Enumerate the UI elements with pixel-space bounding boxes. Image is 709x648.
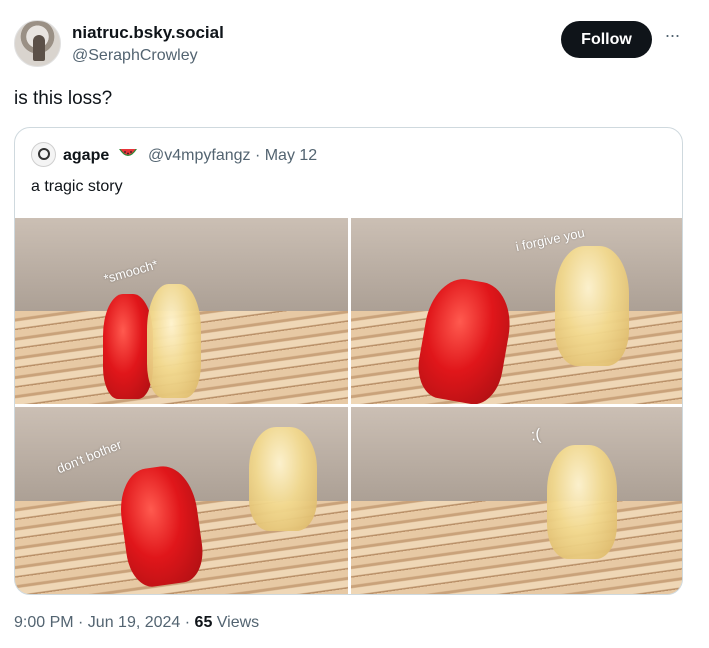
quoted-avatar[interactable]: [31, 142, 56, 167]
image-wood-table: [351, 501, 682, 594]
media-image-1[interactable]: *smooch*: [15, 218, 348, 404]
yellow-gummy-bear: [147, 284, 201, 398]
follow-button[interactable]: Follow: [561, 21, 652, 58]
image-wood-table: [351, 311, 682, 404]
yellow-gummy-bear: [555, 246, 629, 366]
media-image-2[interactable]: i forgive you: [351, 218, 682, 404]
red-gummy-bear: [103, 294, 153, 399]
quoted-handle-date[interactable]: @v4mpyfangz · May 12: [148, 147, 317, 165]
media-image-4[interactable]: :(: [351, 407, 682, 594]
views-label: Views: [212, 614, 260, 631]
yellow-gummy-bear: [547, 445, 617, 559]
media-grid: *smooch* i forgive you don't bother :(: [15, 218, 682, 594]
tweet-timestamp[interactable]: 9:00 PM · Jun 19, 2024 ·: [14, 614, 195, 631]
media-image-3[interactable]: don't bother: [15, 407, 348, 594]
views-count: 65: [194, 614, 213, 631]
image-background-wall: [351, 218, 682, 321]
tweet-text: is this loss?: [14, 88, 113, 109]
watermelon-icon: [119, 149, 137, 156]
yellow-gummy-bear: [249, 427, 317, 531]
quoted-display-name[interactable]: agape: [63, 147, 109, 165]
author-handle[interactable]: @SeraphCrowley: [72, 47, 198, 65]
tweet-footer: 9:00 PM · Jun 19, 2024 · 65 Views: [14, 614, 259, 632]
author-display-name[interactable]: niatruc.bsky.social: [72, 23, 224, 43]
more-options-icon[interactable]: ···: [660, 26, 684, 48]
avatar-figure: [33, 35, 45, 61]
tweet-header: niatruc.bsky.social @SeraphCrowley Follo…: [14, 18, 694, 70]
quoted-avatar-face: [38, 148, 50, 160]
quoted-tweet[interactable]: agape @v4mpyfangz · May 12 a tragic stor…: [14, 127, 683, 595]
image-background-wall: [351, 407, 682, 511]
quoted-text: a tragic story: [31, 178, 123, 195]
avatar[interactable]: [14, 20, 61, 67]
image-caption: :(: [530, 426, 542, 445]
